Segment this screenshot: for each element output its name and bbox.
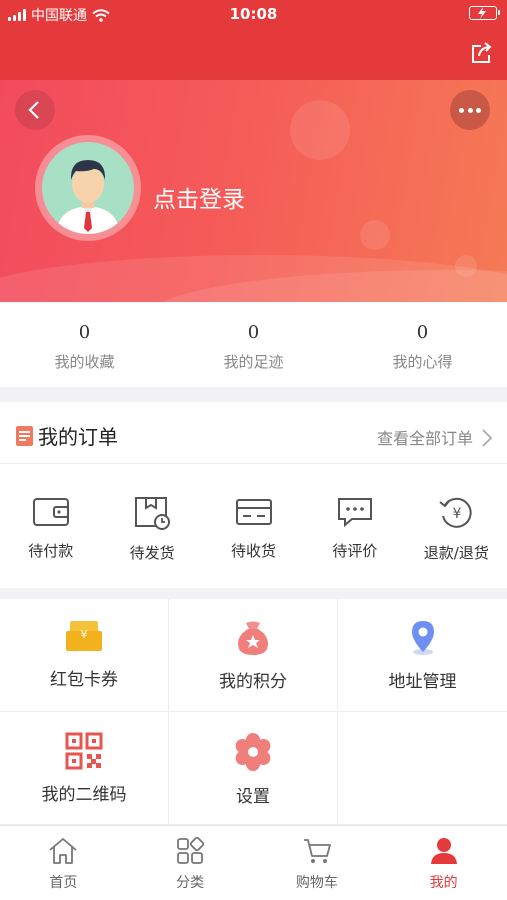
service-points[interactable]: 我的积分: [169, 599, 338, 712]
service-qrcode[interactable]: 我的二维码: [0, 712, 169, 825]
chevron-right-icon[interactable]: [481, 428, 493, 448]
bottom-tab-bar: 首页 分类 购物车 我的: [0, 825, 507, 900]
service-coupons[interactable]: ¥ 红包卡券: [0, 599, 169, 712]
stat-value: 0: [416, 322, 429, 343]
cart-icon: [303, 839, 331, 863]
orders-section: 我的订单 查看全部订单 待付款 待发货 待收货 待评价 ¥ 退款/退货: [0, 402, 507, 588]
user-avatar-icon: [56, 160, 120, 234]
tab-cart[interactable]: 购物车: [254, 826, 381, 900]
svg-text:¥: ¥: [453, 506, 462, 522]
status-time: 10:08: [229, 5, 278, 23]
battery-icon: [469, 6, 500, 20]
service-label: 我的二维码: [41, 785, 127, 805]
orders-title: 我的订单: [38, 425, 118, 449]
service-address[interactable]: 地址管理: [338, 599, 507, 712]
service-settings[interactable]: 设置: [169, 712, 338, 825]
service-label: 红包卡券: [50, 670, 118, 690]
stat-label: 我的足迹: [223, 353, 284, 371]
tab-label: 分类: [176, 875, 205, 891]
home-icon: [49, 838, 77, 864]
more-button[interactable]: [450, 90, 490, 130]
tab-label: 首页: [49, 875, 78, 891]
empty-cell: [338, 712, 507, 825]
tab-mine[interactable]: 我的: [380, 826, 507, 900]
service-label: 我的积分: [219, 672, 287, 692]
stat-value: 0: [78, 322, 91, 343]
stat-label: 我的心得: [392, 353, 453, 371]
login-link[interactable]: 点击登录: [153, 180, 245, 214]
location-pin-icon: [411, 621, 434, 655]
status-bar: 中国联通 10:08: [0, 0, 507, 28]
order-list-icon: [16, 426, 33, 446]
tab-label: 我的: [429, 875, 458, 891]
stat-label: 我的收藏: [54, 353, 115, 371]
qr-code-icon: [65, 732, 103, 770]
back-button[interactable]: [15, 90, 55, 130]
order-pending-payment[interactable]: 待付款: [0, 464, 101, 588]
refund-icon: ¥: [439, 497, 472, 528]
order-pending-review[interactable]: 待评价: [304, 464, 405, 588]
order-item-label: 待收货: [231, 542, 277, 560]
stat-favorites[interactable]: 0 我的收藏: [0, 302, 169, 387]
package-clock-icon: [135, 497, 171, 530]
avatar[interactable]: [35, 135, 141, 241]
stat-notes[interactable]: 0 我的心得: [338, 302, 507, 387]
tab-home[interactable]: 首页: [0, 826, 127, 900]
points-bag-icon: [238, 621, 268, 655]
order-pending-shipment[interactable]: 待发货: [101, 464, 202, 588]
share-icon[interactable]: [469, 40, 495, 66]
tab-category[interactable]: 分类: [127, 826, 254, 900]
order-pending-receipt[interactable]: 待收货: [203, 464, 304, 588]
profile-header: 点击登录: [0, 80, 507, 302]
order-item-label: 待付款: [28, 542, 74, 560]
stat-value: 0: [247, 322, 260, 343]
order-item-label: 待发货: [129, 544, 175, 562]
tab-label: 购物车: [295, 875, 338, 891]
services-grid: ¥ 红包卡券 我的积分 地址管理 我的二维码 设置: [0, 599, 507, 825]
order-refund[interactable]: ¥ 退款/退货: [406, 464, 507, 588]
order-item-label: 退款/退货: [423, 544, 489, 562]
wallet-icon: [32, 498, 69, 526]
service-label: 地址管理: [388, 672, 457, 692]
service-label: 设置: [236, 787, 270, 807]
settings-gear-icon: [235, 733, 271, 771]
user-icon: [430, 838, 457, 864]
view-all-orders-link[interactable]: 查看全部订单: [377, 425, 473, 449]
truck-box-icon: [235, 499, 272, 525]
stats-row: 0 我的收藏 0 我的足迹 0 我的心得: [0, 302, 507, 387]
order-item-label: 待评价: [332, 542, 378, 560]
coupon-icon: ¥: [66, 621, 102, 651]
category-icon: [177, 836, 205, 864]
stat-footprints[interactable]: 0 我的足迹: [169, 302, 338, 387]
chevron-left-icon: [28, 101, 39, 119]
orders-header: 我的订单 查看全部订单: [0, 402, 507, 464]
svg-text:¥: ¥: [81, 628, 88, 641]
top-bar: 中国联通 10:08: [0, 0, 507, 80]
comment-icon: [337, 498, 372, 528]
